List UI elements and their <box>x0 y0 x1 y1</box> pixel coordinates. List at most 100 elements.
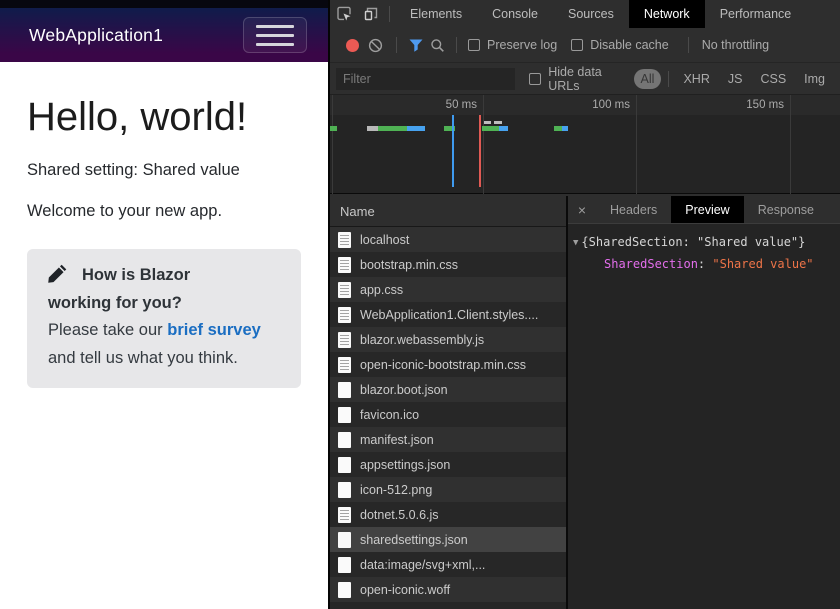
filter-toggle-button[interactable] <box>408 38 424 53</box>
hide-data-urls-label: Hide data URLs <box>548 64 602 93</box>
filter-input[interactable] <box>336 67 516 90</box>
search-button[interactable] <box>430 38 445 53</box>
waterfall-waiting-tick <box>484 121 491 124</box>
inspect-element-button[interactable] <box>330 0 357 28</box>
details-tab-headers[interactable]: Headers <box>596 196 671 223</box>
document-icon <box>338 256 351 273</box>
waterfall-segment-blue <box>562 126 568 131</box>
toolbar-divider <box>389 6 390 22</box>
toggle-device-toolbar-button[interactable] <box>357 0 384 28</box>
request-list-column: Name localhost bootstrap.min.css app.css We… <box>330 196 568 609</box>
network-request-row[interactable]: icon-512.png <box>330 477 566 502</box>
network-request-row[interactable]: bootstrap.min.css <box>330 252 566 277</box>
funnel-filter-icon <box>409 39 423 52</box>
close-details-button[interactable]: × <box>568 196 596 223</box>
waterfall-bar <box>482 126 508 131</box>
network-request-row[interactable]: manifest.json <box>330 427 566 452</box>
panel-tabs: Elements Console Sources Network Performance <box>395 0 806 28</box>
clear-network-log-button[interactable] <box>368 38 383 53</box>
network-filter-bar: Hide data URLs All XHRJSCSSImg <box>330 63 840 95</box>
inspect-cursor-icon <box>336 6 351 21</box>
request-details-pane: × Headers Preview Response ▼ {SharedSection… <box>568 196 840 609</box>
network-request-row[interactable]: blazor.boot.json <box>330 377 566 402</box>
app-brand[interactable]: WebApplication1 <box>29 25 163 46</box>
disable-cache-label: Disable cache <box>590 38 669 52</box>
request-name: localhost <box>360 232 410 247</box>
network-request-row[interactable]: blazor.webassembly.js <box>330 327 566 352</box>
timeline-gridline <box>483 95 484 194</box>
type-filter-all[interactable]: All <box>633 68 662 89</box>
expander-triangle-icon[interactable]: ▼ <box>573 233 578 253</box>
disable-cache-checkbox[interactable] <box>571 39 584 51</box>
request-name: open-iconic-bootstrap.min.css <box>360 357 527 372</box>
name-column-label: Name <box>340 203 375 219</box>
timeline-gridline <box>790 95 791 194</box>
blazor-app-pane: WebApplication1 Hello, world! Shared set… <box>0 0 328 609</box>
json-summary-text: {SharedSection: "Shared value"} <box>581 235 806 249</box>
toolbar-divider <box>396 37 397 53</box>
request-name: bootstrap.min.css <box>360 257 458 272</box>
name-column-header[interactable]: Name <box>330 196 566 227</box>
document-icon <box>338 356 351 373</box>
waterfall-segment-gray <box>367 126 378 131</box>
throttling-dropdown[interactable]: No throttling <box>702 38 769 52</box>
search-icon <box>431 38 444 52</box>
tab-network[interactable]: Network <box>628 0 705 28</box>
document-icon <box>338 281 351 298</box>
type-filter-css[interactable]: CSS <box>753 69 793 89</box>
navbar-toggler-button[interactable] <box>243 17 307 53</box>
type-filter-img[interactable]: Img <box>797 69 832 89</box>
request-name: dotnet.5.0.6.js <box>360 507 439 522</box>
json-summary-row[interactable]: ▼ {SharedSection: "Shared value"} <box>573 232 836 254</box>
preserve-log-checkbox[interactable] <box>468 39 480 51</box>
network-request-row[interactable]: open-iconic.woff <box>330 577 566 602</box>
json-entry-row[interactable]: SharedSection: "Shared value" <box>573 254 836 274</box>
request-name: manifest.json <box>360 432 434 447</box>
json-value: "Shared value" <box>712 257 814 271</box>
clear-icon <box>368 38 383 52</box>
timeline-gridline <box>636 95 637 194</box>
network-request-row[interactable]: appsettings.json <box>330 452 566 477</box>
file-icon <box>338 531 351 548</box>
tab-console[interactable]: Console <box>477 0 553 28</box>
hide-data-urls-checkbox[interactable] <box>529 72 542 85</box>
brief-survey-link[interactable]: brief survey <box>167 321 261 339</box>
details-tab-response[interactable]: Response <box>744 196 828 223</box>
file-icon <box>338 381 351 398</box>
file-icon <box>338 431 351 448</box>
details-tab-preview[interactable]: Preview <box>671 196 744 223</box>
page-title: Hello, world! <box>27 95 248 139</box>
network-request-row[interactable]: open-iconic-bootstrap.min.css <box>330 352 566 377</box>
type-filter-js[interactable]: JS <box>721 69 750 89</box>
network-request-row[interactable]: app.css <box>330 277 566 302</box>
request-type-filters: All XHR JS CSS Img <box>632 68 834 89</box>
preserve-log-label: Preserve log <box>487 38 558 52</box>
timeline-gridline <box>332 95 333 194</box>
network-request-row[interactable]: data:image/svg+xml,... <box>330 552 566 577</box>
network-request-row[interactable]: localhost <box>330 227 566 252</box>
waterfall-bar <box>330 126 337 131</box>
dom-content-loaded-marker <box>452 115 454 187</box>
tab-sources[interactable]: Sources <box>553 0 629 28</box>
network-request-row[interactable]: sharedsettings.json <box>330 527 566 552</box>
app-content: Hello, world! Shared setting: Shared val… <box>0 93 328 388</box>
request-name: WebApplication1.Client.styles.... <box>360 307 539 322</box>
network-request-row[interactable]: WebApplication1.Client.styles.... <box>330 302 566 327</box>
timeline-tick-label: 100 ms <box>592 99 630 111</box>
request-name: sharedsettings.json <box>360 532 468 547</box>
details-tabs: Headers Preview Response <box>596 196 828 223</box>
survey-prompt-box: How is Blazor working for you? Please ta… <box>27 249 301 388</box>
waterfall-segment-blue <box>499 126 508 131</box>
record-network-log-button[interactable] <box>346 38 359 52</box>
tab-performance[interactable]: Performance <box>705 0 807 28</box>
survey-title-line2: working for you? <box>48 293 182 312</box>
network-request-row[interactable]: favicon.ico <box>330 402 566 427</box>
network-request-row[interactable]: dotnet.5.0.6.js <box>330 502 566 527</box>
hamburger-icon <box>256 42 294 46</box>
waterfall-segment-blue <box>407 126 425 131</box>
request-name: appsettings.json <box>360 457 451 472</box>
tab-elements[interactable]: Elements <box>395 0 477 28</box>
network-overview-timeline[interactable]: 50 ms 100 ms 150 ms <box>330 95 840 194</box>
type-filter-xhr[interactable]: XHR <box>676 69 716 89</box>
request-name: app.css <box>360 282 404 297</box>
